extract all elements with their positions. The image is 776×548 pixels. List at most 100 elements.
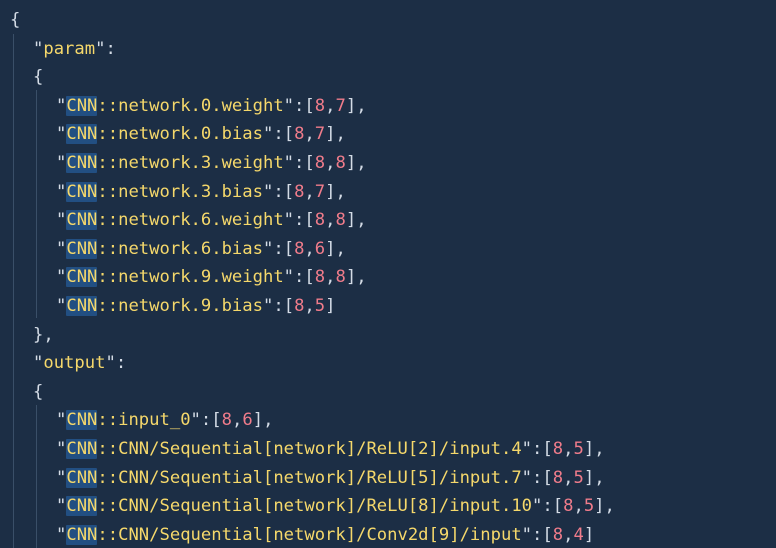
trailing-comma: , [594, 467, 605, 488]
shape-value: 4 [573, 524, 584, 545]
quote: " [56, 238, 67, 259]
trailing-comma: , [335, 238, 346, 259]
trailing-comma: , [356, 153, 367, 173]
code-line-entry[interactable]: "CNN::network.6.weight":[8,8], [0, 206, 367, 235]
shape-value: 5 [573, 467, 584, 488]
colon: : [115, 353, 127, 374]
code-editor[interactable]: {"param":{"CNN::network.0.weight":[8,7],… [0, 0, 776, 548]
code-line-entry[interactable]: "CNN::CNN/Sequential[network]/ReLU[2]/in… [0, 435, 605, 464]
colon: : [542, 496, 553, 517]
quote: " [56, 267, 67, 288]
entry-key: ::network.9.weight [97, 267, 284, 288]
colon: : [273, 238, 284, 259]
highlighted-match: CNN [66, 524, 98, 545]
open-bracket: [ [283, 124, 295, 145]
trailing-comma: , [604, 496, 615, 517]
quote: " [56, 95, 67, 116]
entry-key: ::CNN/Sequential[network]/ReLU[8]/input.… [97, 496, 533, 517]
quote: " [190, 410, 201, 431]
code-line-entry[interactable]: "CNN::CNN/Sequential[network]/ReLU[5]/in… [0, 464, 605, 493]
quote: " [56, 496, 67, 517]
quote: " [56, 153, 67, 173]
code-line-entry[interactable]: "CNN::input_0":[8,6], [0, 406, 273, 435]
comma: , [304, 238, 315, 259]
comma: , [304, 181, 315, 202]
colon: : [294, 153, 305, 173]
code-line-entry[interactable]: "CNN::CNN/Sequential[network]/ReLU[8]/in… [0, 492, 615, 521]
shape-value: 8 [314, 153, 326, 173]
close-bracket: ] [325, 181, 336, 202]
quote: " [56, 410, 67, 431]
code-line-entry[interactable]: "CNN::network.3.weight":[8,8], [0, 149, 367, 178]
comma: , [325, 153, 336, 173]
colon: : [273, 181, 284, 202]
code-line-section-open[interactable]: { [0, 63, 43, 92]
code-line-section-key[interactable]: "param": [0, 35, 116, 64]
shape-value: 8 [563, 496, 574, 517]
quote: " [56, 296, 67, 316]
open-bracket: [ [283, 181, 295, 202]
open-bracket: [ [552, 496, 564, 517]
quote: " [33, 353, 44, 374]
quote: " [105, 353, 116, 374]
trailing-comma: , [356, 210, 367, 231]
close-bracket: ] [252, 410, 264, 431]
code-line-entry[interactable]: "CNN::network.6.bias":[8,6], [0, 235, 346, 264]
colon: : [273, 296, 284, 316]
open-bracket: [ [542, 439, 553, 459]
entry-key: ::network.3.weight [97, 153, 284, 173]
highlighted-match: CNN [66, 267, 98, 288]
quote: " [56, 124, 67, 145]
section-key: output [43, 353, 106, 374]
shape-value: 8 [314, 95, 326, 116]
comma: , [563, 524, 574, 545]
open-bracket: [ [304, 267, 315, 288]
quote: " [56, 439, 67, 459]
entry-key: ::network.0.weight [97, 95, 284, 116]
close-bracket: ] [325, 296, 336, 316]
comma: , [304, 296, 315, 316]
shape-value: 7 [335, 95, 346, 116]
quote: " [56, 467, 67, 488]
code-line-entry[interactable]: "CNN::network.3.bias":[8,7], [0, 178, 346, 207]
comma: , [304, 124, 315, 145]
highlighted-match: CNN [66, 496, 98, 517]
open-bracket: [ [283, 238, 295, 259]
quote: " [283, 267, 295, 288]
quote: " [283, 95, 295, 116]
code-line-section-key[interactable]: "output": [0, 349, 126, 378]
entry-key: ::CNN/Sequential[network]/ReLU[2]/input.… [97, 439, 522, 459]
shape-value: 8 [221, 410, 232, 431]
trailing-comma: , [335, 181, 346, 202]
entry-key: ::CNN/Sequential[network]/Conv2d[9]/inpu… [97, 524, 522, 545]
section-key: param [43, 38, 96, 59]
code-line-section-close[interactable]: }, [0, 321, 54, 350]
trailing-comma: , [335, 124, 346, 145]
close-bracket: ] [583, 467, 595, 488]
quote: " [56, 524, 67, 545]
comma: , [325, 95, 336, 116]
code-line-entry[interactable]: "CNN::network.9.weight":[8,8], [0, 263, 367, 292]
quote: " [283, 153, 295, 173]
entry-key: ::network.9.bias [97, 296, 263, 316]
highlighted-match: CNN [66, 153, 98, 173]
code-line-entry[interactable]: "CNN::CNN/Sequential[network]/Conv2d[9]/… [0, 521, 594, 548]
quote: " [262, 296, 274, 316]
code-line-entry[interactable]: "CNN::network.9.bias":[8,5] [0, 292, 336, 321]
colon: : [532, 467, 543, 488]
code-line-section-open[interactable]: { [0, 378, 43, 407]
shape-value: 8 [552, 467, 564, 488]
shape-value: 8 [314, 210, 326, 231]
shape-value: 8 [294, 238, 305, 259]
open-bracket: [ [283, 296, 295, 316]
code-line-root-open[interactable]: { [0, 6, 20, 35]
open-bracket: [ [304, 153, 315, 173]
code-line-entry[interactable]: "CNN::network.0.bias":[8,7], [0, 120, 346, 149]
section-open-brace: { [33, 67, 44, 88]
close-bracket: ] [345, 153, 357, 173]
code-line-entry[interactable]: "CNN::network.0.weight":[8,7], [0, 92, 367, 121]
entry-key: ::CNN/Sequential[network]/ReLU[5]/input.… [97, 467, 522, 488]
colon: : [294, 267, 305, 288]
entry-key: ::network.3.bias [97, 181, 263, 202]
colon: : [532, 524, 543, 545]
